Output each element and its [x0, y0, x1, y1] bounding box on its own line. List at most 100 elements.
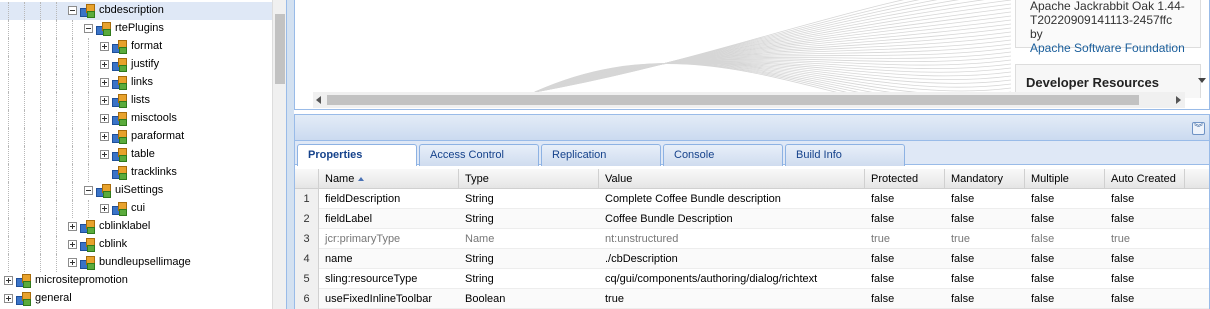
- cell-mandatory[interactable]: false: [945, 269, 1025, 289]
- tree-node-misctools[interactable]: misctools: [0, 110, 272, 128]
- tree-node-links[interactable]: links: [0, 74, 272, 92]
- expand-icon[interactable]: [100, 96, 109, 105]
- tree-node-label[interactable]: cui: [131, 202, 145, 214]
- cell-auto-created[interactable]: false: [1105, 189, 1185, 209]
- cell-mandatory[interactable]: true: [945, 229, 1025, 249]
- cell-name[interactable]: fieldDescription: [319, 189, 459, 209]
- column-header-name[interactable]: Name: [319, 169, 459, 189]
- tree-node-format[interactable]: format: [0, 38, 272, 56]
- tree-vertical-scrollbar[interactable]: [272, 0, 286, 309]
- cell-type[interactable]: Name: [459, 229, 599, 249]
- cell-type[interactable]: Boolean: [459, 289, 599, 309]
- tree-node-rteplugins[interactable]: rtePlugins: [0, 20, 272, 38]
- cell-type[interactable]: String: [459, 189, 599, 209]
- tree-node-general[interactable]: general: [0, 290, 272, 308]
- column-header-protected[interactable]: Protected: [865, 169, 945, 189]
- cell-value[interactable]: Coffee Bundle Description: [599, 209, 865, 229]
- expand-icon[interactable]: [100, 114, 109, 123]
- expand-icon[interactable]: [68, 222, 77, 231]
- tree-node-label[interactable]: cbdescription: [99, 4, 164, 16]
- expand-icon[interactable]: [100, 132, 109, 141]
- tree-node-label[interactable]: table: [131, 148, 155, 160]
- cell-auto-created[interactable]: false: [1105, 209, 1185, 229]
- column-header-auto-created[interactable]: Auto Created: [1105, 169, 1185, 189]
- tree-node-bundleupsellimage[interactable]: bundleupsellimage: [0, 254, 272, 272]
- tree-node-cbdescription[interactable]: cbdescription: [0, 2, 272, 20]
- tree-node-label[interactable]: bundleupsellimage: [99, 256, 191, 268]
- expand-icon[interactable]: [100, 78, 109, 87]
- cell-multiple[interactable]: false: [1025, 229, 1105, 249]
- panel-splitter[interactable]: [286, 0, 294, 309]
- tree-node-label[interactable]: paraformat: [131, 130, 184, 142]
- horizontal-scroll-thumb[interactable]: [327, 95, 1139, 105]
- expand-icon[interactable]: [100, 42, 109, 51]
- cell-protected[interactable]: false: [865, 189, 945, 209]
- cell-name[interactable]: fieldLabel: [319, 209, 459, 229]
- tab-properties[interactable]: Properties: [297, 144, 417, 166]
- cell-protected[interactable]: false: [865, 269, 945, 289]
- tree-scroll-thumb[interactable]: [275, 14, 285, 84]
- expand-icon[interactable]: [68, 258, 77, 267]
- cell-value[interactable]: cq/gui/components/authoring/dialog/richt…: [599, 269, 865, 289]
- expand-icon[interactable]: [4, 276, 13, 285]
- cell-value[interactable]: nt:unstructured: [599, 229, 865, 249]
- cell-name[interactable]: name: [319, 249, 459, 269]
- cell-multiple[interactable]: false: [1025, 209, 1105, 229]
- cell-name[interactable]: sling:resourceType: [319, 269, 459, 289]
- info-scrollbar[interactable]: [1195, 0, 1209, 92]
- apache-link[interactable]: Apache Software Foundation: [1030, 41, 1186, 55]
- cell-auto-created[interactable]: false: [1105, 289, 1185, 309]
- cell-mandatory[interactable]: false: [945, 189, 1025, 209]
- tree-node-cblinklabel[interactable]: cblinklabel: [0, 218, 272, 236]
- tab-replication[interactable]: Replication: [541, 144, 661, 166]
- table-row[interactable]: 5 sling:resourceType String cq/gui/componen…: [295, 269, 1209, 289]
- collapse-icon[interactable]: ︾: [1192, 122, 1205, 135]
- collapse-tree-icon[interactable]: [84, 186, 93, 195]
- tree-node-label[interactable]: lists: [131, 94, 150, 106]
- tab-build-info[interactable]: Build Info: [785, 144, 905, 166]
- scroll-down-arrow-icon[interactable]: [1198, 78, 1206, 83]
- tree-node-label[interactable]: cblinklabel: [99, 220, 150, 232]
- cell-auto-created[interactable]: false: [1105, 269, 1185, 289]
- column-header-value[interactable]: Value: [599, 169, 865, 189]
- tree-node-label[interactable]: uiSettings: [115, 184, 163, 196]
- tree-node-label[interactable]: justify: [131, 58, 159, 70]
- table-row[interactable]: 4 name String ./cbDescription false false fals…: [295, 249, 1209, 269]
- horizontal-scrollbar[interactable]: [313, 92, 1185, 108]
- cell-protected[interactable]: false: [865, 249, 945, 269]
- expand-icon[interactable]: [100, 204, 109, 213]
- cell-multiple[interactable]: false: [1025, 189, 1105, 209]
- cell-type[interactable]: String: [459, 249, 599, 269]
- tree-node-label[interactable]: tracklinks: [131, 166, 177, 178]
- tree-node-uisettings[interactable]: uiSettings: [0, 182, 272, 200]
- table-row[interactable]: 6 useFixedInlineToolbar Boolean true false fa…: [295, 289, 1209, 309]
- column-header-multiple[interactable]: Multiple: [1025, 169, 1105, 189]
- tree-node-paraformat[interactable]: paraformat: [0, 128, 272, 146]
- cell-mandatory[interactable]: false: [945, 289, 1025, 309]
- column-header-mandatory[interactable]: Mandatory: [945, 169, 1025, 189]
- expand-icon[interactable]: [100, 150, 109, 159]
- tree-node-label[interactable]: micrositepromotion: [35, 274, 128, 286]
- cell-value[interactable]: true: [599, 289, 865, 309]
- cell-multiple[interactable]: false: [1025, 249, 1105, 269]
- tree-node-cblink[interactable]: cblink: [0, 236, 272, 254]
- tree-node-micrositepromotion[interactable]: micrositepromotion: [0, 272, 272, 290]
- cell-protected[interactable]: true: [865, 229, 945, 249]
- expand-icon[interactable]: [4, 294, 13, 303]
- tree-node-tracklinks[interactable]: tracklinks: [0, 164, 272, 182]
- collapse-tree-icon[interactable]: [68, 6, 77, 15]
- cell-name[interactable]: useFixedInlineToolbar: [319, 289, 459, 309]
- cell-value[interactable]: Complete Coffee Bundle description: [599, 189, 865, 209]
- tab-access-control[interactable]: Access Control: [419, 144, 539, 166]
- table-row[interactable]: 2 fieldLabel String Coffee Bundle Descripti…: [295, 209, 1209, 229]
- tree-node-label[interactable]: misctools: [131, 112, 177, 124]
- tree-node-lists[interactable]: lists: [0, 92, 272, 110]
- cell-multiple[interactable]: false: [1025, 289, 1105, 309]
- expand-icon[interactable]: [100, 60, 109, 69]
- cell-type[interactable]: String: [459, 269, 599, 289]
- cell-protected[interactable]: false: [865, 289, 945, 309]
- expand-icon[interactable]: [68, 240, 77, 249]
- tree-node-label[interactable]: general: [35, 292, 72, 304]
- tree-node-label[interactable]: format: [131, 40, 162, 52]
- cell-mandatory[interactable]: false: [945, 249, 1025, 269]
